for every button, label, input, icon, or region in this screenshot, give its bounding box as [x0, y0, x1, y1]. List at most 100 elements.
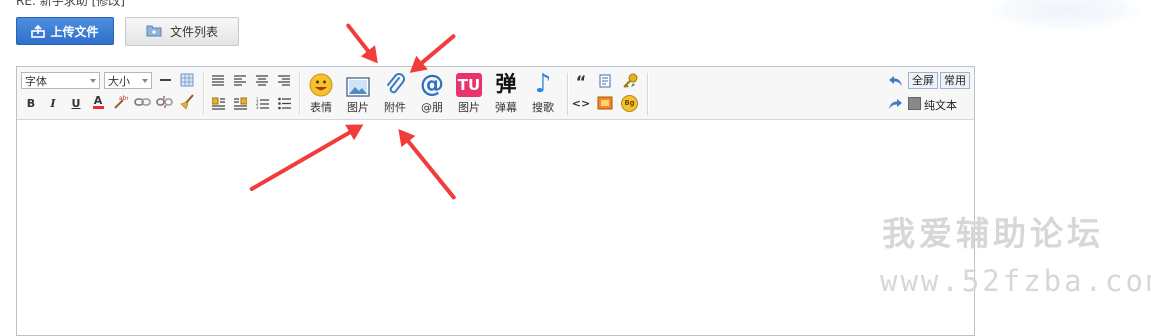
hide-content-button[interactable]	[621, 72, 639, 90]
float-left-button[interactable]	[210, 95, 226, 111]
font-select[interactable]: 字体	[21, 72, 100, 89]
at-friend-button[interactable]: @ @朋	[414, 71, 450, 115]
bold-label: B	[26, 96, 36, 110]
table-icon	[180, 73, 194, 87]
undo-button[interactable]	[887, 73, 903, 89]
smiley-icon	[309, 73, 333, 97]
plaintext-label: 纯文本	[924, 99, 957, 112]
attachment-button[interactable]: 附件	[377, 71, 413, 115]
editor: 字体 大小 B I U A abc 123 表情	[16, 66, 975, 336]
tu-logo-text: TU	[457, 76, 481, 94]
ordered-list-button[interactable]: 123	[254, 95, 270, 111]
table-button[interactable]	[179, 72, 195, 88]
emoticon-button[interactable]: 表情	[303, 71, 339, 115]
float-right-icon	[233, 97, 247, 110]
redo-button[interactable]	[887, 96, 903, 112]
redo-arrow-icon	[888, 98, 902, 109]
align-justify-icon	[212, 75, 224, 86]
document-icon	[599, 74, 611, 88]
svg-text:3: 3	[256, 105, 259, 110]
horizontal-rule-icon	[159, 79, 171, 81]
float-left-icon	[211, 97, 225, 110]
spellcheck-button[interactable]: abc	[112, 94, 128, 110]
toolbar-divider	[299, 73, 301, 115]
flash-button[interactable]	[597, 95, 613, 111]
link-icon	[134, 98, 151, 106]
code-button[interactable]: <>	[571, 95, 591, 111]
background-button[interactable]: Bg	[621, 95, 638, 112]
ordered-list-icon: 123	[256, 97, 269, 110]
unordered-list-button[interactable]	[276, 95, 292, 111]
bold-button[interactable]: B	[23, 95, 39, 111]
bg-icon: Bg	[621, 95, 638, 112]
unordered-list-icon	[277, 97, 291, 109]
align-left-button[interactable]	[232, 73, 248, 89]
key-icon	[623, 73, 638, 88]
size-select-value: 大小	[108, 75, 130, 88]
upload-file-button[interactable]: 上传文件	[16, 17, 114, 45]
plaintext-checkbox[interactable]	[908, 97, 921, 110]
music-search-label: 搜歌	[532, 101, 554, 114]
watermark-url: www.52fzba.com	[880, 264, 1151, 298]
align-right-button[interactable]	[276, 73, 292, 89]
italic-button[interactable]: I	[45, 95, 61, 111]
link-button[interactable]	[134, 94, 151, 110]
music-note-icon: ♪	[534, 69, 552, 99]
italic-label: I	[50, 96, 56, 110]
font-select-value: 字体	[25, 75, 47, 88]
unlink-button[interactable]	[156, 94, 173, 110]
upload-icon	[31, 24, 46, 38]
quote-icon: “	[575, 71, 587, 91]
size-select[interactable]: 大小	[104, 72, 152, 89]
magic-wand-icon: abc	[114, 95, 128, 109]
horizontal-rule-button[interactable]	[158, 73, 172, 87]
toolbar-divider	[647, 73, 649, 115]
watermark-title: 我爱辅助论坛	[882, 214, 1104, 253]
float-right-button[interactable]	[232, 95, 248, 111]
red-arrow-annotation	[345, 22, 376, 60]
tu-image-button[interactable]: TU 图片	[451, 71, 487, 115]
fullscreen-button[interactable]: 全屏	[908, 72, 938, 89]
music-search-button[interactable]: ♪ 搜歌	[525, 71, 561, 115]
chevron-down-icon	[142, 79, 148, 83]
free-block-button[interactable]	[597, 73, 613, 89]
toolbar-divider	[203, 73, 205, 115]
common-mode-label: 常用	[944, 74, 966, 87]
danmu-char: 弹	[495, 72, 517, 96]
attachment-label: 附件	[384, 101, 406, 114]
broom-icon	[180, 94, 194, 110]
image-label: 图片	[347, 101, 369, 114]
underline-label: U	[71, 96, 81, 110]
quote-button[interactable]: “	[573, 71, 589, 91]
tu-logo-icon: TU	[456, 73, 482, 97]
folder-icon	[146, 24, 162, 40]
danmu-button[interactable]: 弹 弹幕	[488, 71, 524, 115]
clear-format-button[interactable]	[178, 94, 195, 110]
underline-button[interactable]: U	[68, 95, 84, 111]
flash-icon	[597, 96, 613, 110]
emoticon-label: 表情	[310, 101, 332, 114]
image-button[interactable]: 图片	[340, 71, 376, 115]
toolbar-divider	[567, 73, 569, 115]
editor-textarea[interactable]	[17, 120, 974, 335]
chevron-down-icon	[90, 79, 96, 83]
color-bar-icon	[92, 106, 104, 109]
align-justify-button[interactable]	[210, 73, 226, 89]
code-icon: <>	[571, 96, 591, 110]
align-center-button[interactable]	[254, 73, 270, 89]
tu-image-label: 图片	[458, 101, 480, 114]
upload-file-label: 上传文件	[50, 24, 99, 39]
danmu-icon: 弹	[488, 71, 524, 97]
align-right-icon	[278, 75, 290, 86]
bg-icon-text: Bg	[624, 99, 635, 107]
font-color-label: A	[93, 94, 103, 107]
paperclip-icon	[387, 73, 405, 94]
file-list-button[interactable]: 文件列表	[125, 17, 239, 46]
at-friend-label: @朋	[421, 101, 443, 114]
decorative-glow	[990, 0, 1140, 30]
common-mode-button[interactable]: 常用	[940, 72, 970, 89]
fullscreen-label: 全屏	[912, 74, 934, 87]
editor-toolbar: 字体 大小 B I U A abc 123 表情	[17, 67, 974, 120]
image-icon	[346, 77, 370, 97]
font-color-button[interactable]: A	[90, 94, 106, 110]
